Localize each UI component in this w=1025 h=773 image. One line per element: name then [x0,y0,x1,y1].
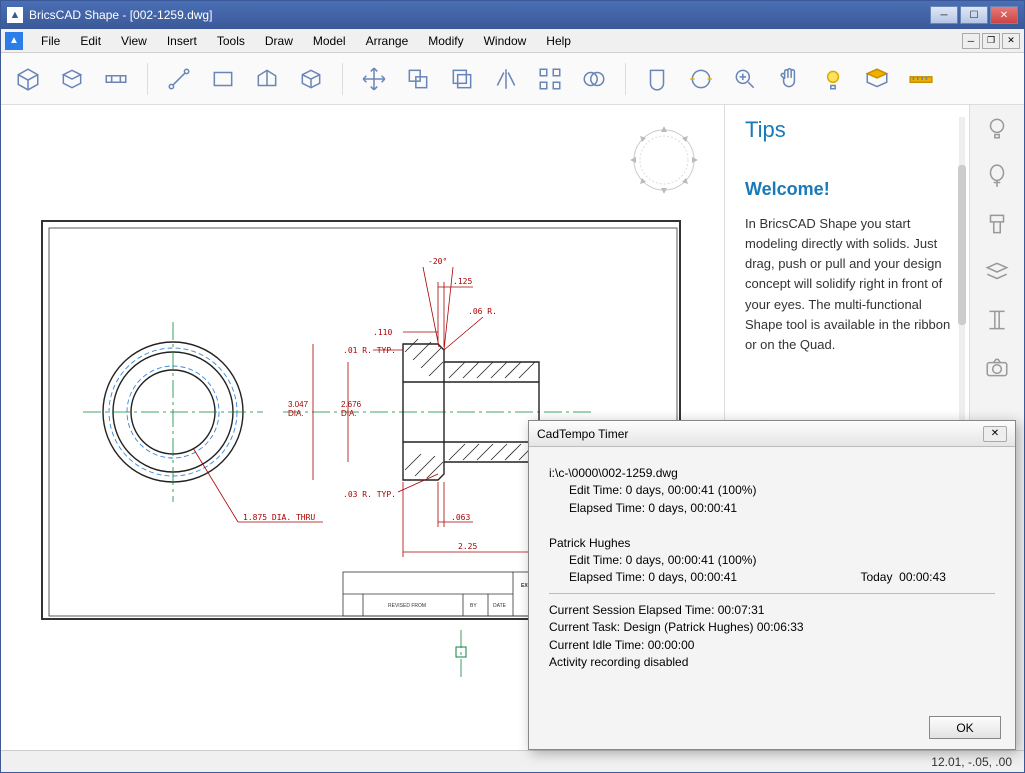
tool-offset-icon[interactable] [686,64,716,94]
dlg-today-val: 00:00:43 [899,570,946,584]
tool-subtract-icon[interactable] [642,64,672,94]
rail-profile-icon[interactable] [982,305,1012,335]
tb-rev: REVISED FROM [388,603,426,609]
menubar: ▲ File Edit View Insert Tools Draw Model… [1,29,1024,53]
dlg-user-edit: Edit Time: 0 days, 00:00:41 (100%) [549,552,995,569]
tool-tape-icon[interactable] [906,64,936,94]
dialog-titlebar[interactable]: CadTempo Timer ✕ [529,421,1015,447]
menu-file[interactable]: File [31,31,70,51]
dim-r125: .125 [453,277,472,286]
menu-modify[interactable]: Modify [418,31,473,51]
dlg-user-elapsed: Elapsed Time: 0 days, 00:00:41 [569,570,737,584]
tool-transform-icon[interactable] [403,64,433,94]
tool-box3d-icon[interactable] [296,64,326,94]
menu-arrange[interactable]: Arrange [356,31,419,51]
tool-move-icon[interactable] [359,64,389,94]
tool-copy-icon[interactable] [447,64,477,94]
menu-tools[interactable]: Tools [207,31,255,51]
dlg-session: Current Session Elapsed Time: 00:07:31 [549,602,995,619]
dlg-activity: Activity recording disabled [549,654,995,671]
dlg-file-elapsed: Elapsed Time: 0 days, 00:00:41 [549,500,995,517]
dim-r01: .01 R. TYP. [343,346,396,355]
cadtempo-dialog[interactable]: CadTempo Timer ✕ i:\c-\0000\002-1259.dwg… [528,420,1016,750]
titlebar[interactable]: ▲ BricsCAD Shape - [002-1259.dwg] ─ ☐ ✕ [1,1,1024,29]
dlg-task: Current Task: Design (Patrick Hughes) 00… [549,619,995,636]
tool-pushpull-icon[interactable] [252,64,282,94]
dim-d3047: 3.047DIA. [288,400,309,418]
rail-layers-icon[interactable] [982,257,1012,287]
dim-w110: .110 [373,328,392,337]
dialog-body: i:\c-\0000\002-1259.dwg Edit Time: 0 day… [529,447,1015,679]
dlg-file-path: i:\c-\0000\002-1259.dwg [549,465,995,482]
dim-ang20: -20° [428,257,447,266]
app-menu-icon[interactable]: ▲ [5,32,23,50]
status-coords: 12.01, -.05, .00 [931,755,1012,769]
tool-box-icon[interactable] [13,64,43,94]
toolbar [1,53,1024,105]
ok-button[interactable]: OK [929,716,1001,739]
menu-view[interactable]: View [111,31,157,51]
menu-edit[interactable]: Edit [70,31,111,51]
dim-l225: 2.25 [458,542,477,551]
rail-camera-icon[interactable] [982,353,1012,383]
maximize-button[interactable]: ☐ [960,6,988,24]
dlg-today-label: Today [860,570,892,584]
tool-light-icon[interactable] [818,64,848,94]
dialog-close-button[interactable]: ✕ [983,426,1007,442]
rail-balloon-icon[interactable] [982,161,1012,191]
mdi-minimize-button[interactable]: ─ [962,33,980,49]
dim-r03: .03 R. TYP. [343,490,396,499]
dim-thru: 1.875 DIA. THRU [243,513,315,522]
tips-welcome: Welcome! [745,179,953,200]
tool-zoom-icon[interactable] [730,64,760,94]
tb-by: BY [470,603,477,609]
dialog-title: CadTempo Timer [537,427,628,441]
dim-w063: .063 [451,513,470,522]
tool-beam-icon[interactable] [101,64,131,94]
dlg-user: Patrick Hughes [549,535,995,552]
mdi-restore-button[interactable]: ❐ [982,33,1000,49]
window-frame: ▲ BricsCAD Shape - [002-1259.dwg] ─ ☐ ✕ … [0,0,1025,773]
view-compass[interactable] [624,120,704,200]
menu-draw[interactable]: Draw [255,31,303,51]
tips-title: Tips [745,117,953,143]
dim-d2676: 2.676DIA. [341,400,362,418]
tool-line-icon[interactable] [164,64,194,94]
app-icon: ▲ [7,7,23,23]
menu-insert[interactable]: Insert [157,31,207,51]
tool-rect-icon[interactable] [208,64,238,94]
menu-window[interactable]: Window [474,31,537,51]
mdi-close-button[interactable]: ✕ [1002,33,1020,49]
tips-body: In BricsCAD Shape you start modeling dir… [745,214,953,355]
tool-section-icon[interactable] [862,64,892,94]
dim-r06: .06 R. [468,307,497,316]
window-title: BricsCAD Shape - [002-1259.dwg] [29,8,930,22]
tool-array-icon[interactable] [535,64,565,94]
tool-extrude-icon[interactable] [57,64,87,94]
tool-pan-icon[interactable] [774,64,804,94]
dlg-file-edit: Edit Time: 0 days, 00:00:41 (100%) [549,482,995,499]
menu-help[interactable]: Help [536,31,581,51]
close-button[interactable]: ✕ [990,6,1018,24]
tool-mirror-icon[interactable] [491,64,521,94]
tool-union-icon[interactable] [579,64,609,94]
statusbar: 12.01, -.05, .00 [1,750,1024,772]
tb-date: DATE [493,603,507,609]
rail-bulb-icon[interactable] [982,113,1012,143]
minimize-button[interactable]: ─ [930,6,958,24]
menu-model[interactable]: Model [303,31,356,51]
tips-scrollbar-thumb[interactable] [958,165,966,325]
dlg-idle: Current Idle Time: 00:00:00 [549,637,995,654]
rail-brush-icon[interactable] [982,209,1012,239]
